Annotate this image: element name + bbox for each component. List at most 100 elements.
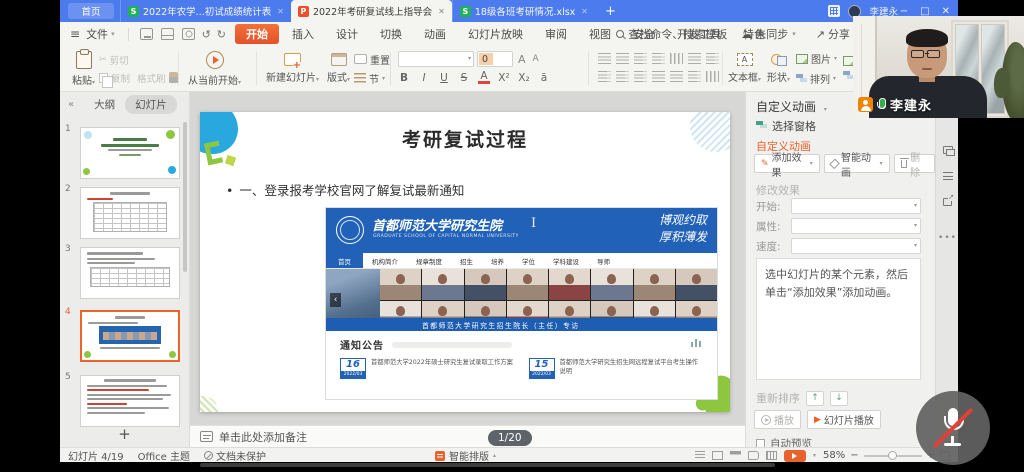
bottom-scrollbar[interactable] — [200, 463, 775, 467]
more-panes-icon[interactable]: ••• — [940, 230, 955, 245]
slide-thumbnail-3[interactable] — [80, 247, 180, 299]
justify-icon[interactable] — [652, 71, 665, 82]
align-center-icon[interactable] — [616, 71, 629, 82]
file-menu[interactable]: 文件 — [86, 26, 108, 42]
slideshow-options-caret[interactable]: ▾ — [813, 452, 816, 459]
share-button[interactable]: ↗ 分享 — [816, 26, 850, 42]
reset-button[interactable]: 重置 — [354, 52, 390, 67]
properties-pane-icon[interactable] — [940, 168, 955, 183]
font-color-icon[interactable]: A — [478, 71, 490, 84]
picture-button[interactable]: 图片 ▾ — [796, 51, 837, 66]
thumbnails-scrollbar[interactable] — [183, 122, 187, 272]
tab-close-icon[interactable]: ✕ — [438, 7, 445, 16]
copy-button[interactable]: 复制 格式刷 — [99, 71, 178, 85]
notes-bar[interactable]: 单击此处添加备注 — [190, 425, 745, 447]
distribute-icon[interactable] — [670, 71, 683, 82]
tab-close-icon[interactable]: ✕ — [581, 7, 588, 16]
document-tab[interactable]: S 18级各班考研情况.xlsx ✕ — [452, 0, 595, 22]
selection-pane-button[interactable]: 选择窗格 — [756, 118, 816, 134]
zoom-out-button[interactable]: − — [850, 450, 858, 461]
document-tab[interactable]: P 2022年考研复试线上指导会 ✕ — [291, 0, 452, 22]
subscript-icon[interactable]: X₂ — [518, 72, 530, 84]
paragraph-spacing-icon[interactable] — [688, 71, 701, 82]
slide-thumbnail-1[interactable] — [80, 127, 180, 179]
zoom-slider-knob[interactable] — [888, 451, 897, 460]
grow-font-icon[interactable]: A — [516, 53, 528, 66]
zoom-slider[interactable] — [864, 455, 922, 457]
slideshow-play-button[interactable]: ▶ 幻灯片播放 — [807, 410, 881, 429]
command-search[interactable]: 查找命令、搜索模板 — [616, 26, 727, 42]
numbering-icon[interactable] — [616, 53, 629, 64]
slide-sorter-icon[interactable] — [730, 451, 741, 460]
paste-button[interactable]: 粘贴▾ — [68, 46, 99, 91]
italic-icon[interactable]: I — [418, 72, 430, 84]
section-button[interactable]: 节 ▾ — [354, 71, 390, 86]
undo-icon[interactable]: ↺ — [202, 28, 211, 41]
slideshow-view-icon[interactable] — [766, 451, 777, 460]
menu-item[interactable]: 插入 — [283, 24, 323, 44]
move-up-button[interactable]: ↑ — [806, 391, 824, 406]
slide-thumbnail-5[interactable] — [80, 375, 180, 427]
play-button[interactable]: 播放 — [754, 410, 801, 429]
slide-thumbnail-4-selected[interactable] — [80, 310, 180, 362]
layout-button[interactable]: 版式▾ — [323, 46, 354, 91]
play-from-current-button[interactable]: 从当前开始▾ — [184, 46, 245, 91]
underline-icon[interactable]: U — [438, 72, 450, 84]
shrink-font-icon[interactable]: A — [531, 54, 541, 64]
webcam-video[interactable]: 李建永 — [853, 16, 1024, 118]
maximize-button[interactable]: □ — [920, 6, 929, 17]
document-protection[interactable]: 文档未保护 — [204, 448, 266, 462]
tab-close-icon[interactable]: ✕ — [277, 7, 284, 16]
new-tab-button[interactable]: + — [605, 4, 616, 19]
cut-button[interactable]: ✂ 剪切 — [99, 53, 178, 67]
minimize-button[interactable]: − — [900, 6, 908, 17]
add-slide-button[interactable]: + — [60, 425, 189, 443]
superscript-icon[interactable]: X² — [498, 72, 510, 84]
menu-item[interactable]: 动画 — [415, 24, 455, 44]
home-tab[interactable]: 首页 — [68, 3, 114, 19]
current-slide[interactable]: 考研复试过程 •一、登录报考学校官网了解复试最新通知 首都师范大学研究生院 GR… — [200, 112, 730, 412]
start-combo[interactable] — [791, 198, 921, 214]
menu-item[interactable]: 开始 — [235, 24, 279, 44]
hamburger-icon[interactable]: ≡ — [70, 27, 80, 41]
panel-title[interactable]: 自定义动画 ▾ — [756, 98, 827, 115]
muted-microphone-button[interactable] — [916, 391, 990, 465]
font-name-combo[interactable] — [398, 51, 474, 67]
notes-view-icon[interactable] — [695, 451, 705, 460]
format-painter-button[interactable]: 格式刷 — [137, 71, 166, 85]
strikethrough-icon[interactable]: S — [458, 72, 470, 84]
collapse-panel-icon[interactable]: « — [68, 99, 74, 110]
columns-icon[interactable] — [670, 53, 683, 64]
zoom-level[interactable]: 58% — [823, 450, 845, 461]
move-down-button[interactable]: ↓ — [830, 391, 848, 406]
bullets-icon[interactable] — [598, 53, 611, 64]
smart-layout-button[interactable]: 智能排版 ▴ — [435, 448, 496, 462]
sync-status[interactable]: ☁ 未同步 ▾ — [741, 26, 802, 42]
reading-view-icon[interactable] — [748, 451, 759, 460]
align-left-icon[interactable] — [598, 71, 611, 82]
arrange-button[interactable]: 排列 ▾ — [796, 71, 837, 86]
normal-view-icon[interactable] — [712, 451, 723, 460]
menu-item[interactable]: 视图 — [580, 24, 620, 44]
close-button[interactable]: ✕ — [942, 6, 950, 17]
shapes-button[interactable]: 形状▾ — [767, 46, 790, 91]
speed-combo[interactable] — [791, 238, 921, 254]
print-icon[interactable] — [161, 28, 174, 40]
delete-effect-button[interactable]: 删除 — [894, 154, 935, 173]
align-right-icon[interactable] — [634, 71, 647, 82]
switch-pane-icon[interactable] — [940, 142, 955, 157]
pinyin-guide-icon[interactable]: ā — [538, 72, 550, 84]
menu-item[interactable]: 设计 — [327, 24, 367, 44]
property-combo[interactable] — [791, 218, 921, 234]
theme-name[interactable]: Office 主题 — [138, 448, 190, 462]
slideshow-start-button[interactable] — [784, 450, 806, 462]
text-align-vertical-icon[interactable] — [706, 71, 719, 82]
redo-icon[interactable]: ↻ — [217, 28, 226, 41]
add-effect-button[interactable]: ✎ 添加效果 ▾ — [754, 154, 820, 173]
bold-icon[interactable]: B — [398, 72, 410, 84]
smart-animation-button[interactable]: 智能动画 ▾ — [824, 154, 890, 173]
menu-item[interactable]: 审阅 — [536, 24, 576, 44]
decrease-indent-icon[interactable] — [634, 53, 647, 64]
text-direction-icon[interactable] — [688, 53, 701, 64]
print-preview-icon[interactable] — [182, 28, 195, 40]
